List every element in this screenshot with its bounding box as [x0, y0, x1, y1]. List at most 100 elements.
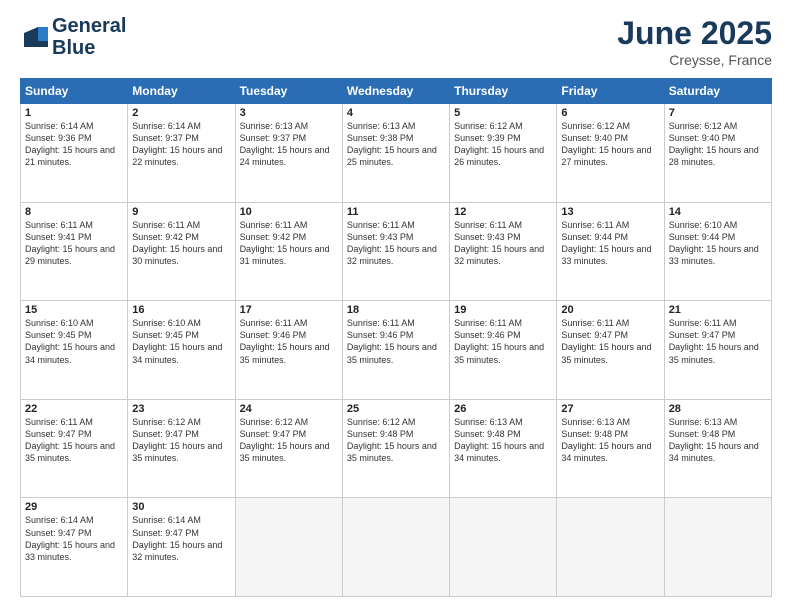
table-row: 9Sunrise: 6:11 AMSunset: 9:42 PMDaylight… — [128, 202, 235, 301]
calendar-row: 15Sunrise: 6:10 AMSunset: 9:45 PMDayligh… — [21, 301, 772, 400]
cell-details: Sunrise: 6:12 AMSunset: 9:40 PMDaylight:… — [561, 120, 659, 169]
col-saturday: Saturday — [664, 79, 771, 104]
cell-details: Sunrise: 6:12 AMSunset: 9:48 PMDaylight:… — [347, 416, 445, 465]
table-row: 24Sunrise: 6:12 AMSunset: 9:47 PMDayligh… — [235, 399, 342, 498]
calendar-header-row: Sunday Monday Tuesday Wednesday Thursday… — [21, 79, 772, 104]
cell-details: Sunrise: 6:10 AMSunset: 9:45 PMDaylight:… — [25, 317, 123, 366]
cell-details: Sunrise: 6:13 AMSunset: 9:37 PMDaylight:… — [240, 120, 338, 169]
day-number: 10 — [240, 206, 338, 218]
col-friday: Friday — [557, 79, 664, 104]
table-row: 4Sunrise: 6:13 AMSunset: 9:38 PMDaylight… — [342, 104, 449, 203]
day-number: 18 — [347, 304, 445, 316]
table-row — [342, 498, 449, 597]
table-row: 27Sunrise: 6:13 AMSunset: 9:48 PMDayligh… — [557, 399, 664, 498]
table-row: 11Sunrise: 6:11 AMSunset: 9:43 PMDayligh… — [342, 202, 449, 301]
cell-details: Sunrise: 6:13 AMSunset: 9:38 PMDaylight:… — [347, 120, 445, 169]
location: Creysse, France — [617, 52, 772, 68]
table-row: 22Sunrise: 6:11 AMSunset: 9:47 PMDayligh… — [21, 399, 128, 498]
day-number: 14 — [669, 206, 767, 218]
day-number: 3 — [240, 107, 338, 119]
day-number: 13 — [561, 206, 659, 218]
table-row: 3Sunrise: 6:13 AMSunset: 9:37 PMDaylight… — [235, 104, 342, 203]
cell-details: Sunrise: 6:11 AMSunset: 9:42 PMDaylight:… — [240, 219, 338, 268]
table-row — [450, 498, 557, 597]
day-number: 22 — [25, 403, 123, 415]
cell-details: Sunrise: 6:11 AMSunset: 9:44 PMDaylight:… — [561, 219, 659, 268]
cell-details: Sunrise: 6:14 AMSunset: 9:37 PMDaylight:… — [132, 120, 230, 169]
table-row: 2Sunrise: 6:14 AMSunset: 9:37 PMDaylight… — [128, 104, 235, 203]
table-row — [557, 498, 664, 597]
cell-details: Sunrise: 6:11 AMSunset: 9:43 PMDaylight:… — [347, 219, 445, 268]
day-number: 25 — [347, 403, 445, 415]
day-number: 19 — [454, 304, 552, 316]
cell-details: Sunrise: 6:10 AMSunset: 9:45 PMDaylight:… — [132, 317, 230, 366]
day-number: 4 — [347, 107, 445, 119]
cell-details: Sunrise: 6:11 AMSunset: 9:41 PMDaylight:… — [25, 219, 123, 268]
day-number: 21 — [669, 304, 767, 316]
table-row: 1Sunrise: 6:14 AMSunset: 9:36 PMDaylight… — [21, 104, 128, 203]
day-number: 28 — [669, 403, 767, 415]
day-number: 29 — [25, 501, 123, 513]
table-row: 12Sunrise: 6:11 AMSunset: 9:43 PMDayligh… — [450, 202, 557, 301]
day-number: 8 — [25, 206, 123, 218]
cell-details: Sunrise: 6:14 AMSunset: 9:47 PMDaylight:… — [132, 514, 230, 563]
day-number: 27 — [561, 403, 659, 415]
day-number: 23 — [132, 403, 230, 415]
cell-details: Sunrise: 6:13 AMSunset: 9:48 PMDaylight:… — [669, 416, 767, 465]
title-block: June 2025 Creysse, France — [617, 15, 772, 68]
day-number: 2 — [132, 107, 230, 119]
day-number: 9 — [132, 206, 230, 218]
cell-details: Sunrise: 6:14 AMSunset: 9:47 PMDaylight:… — [25, 514, 123, 563]
calendar-row: 8Sunrise: 6:11 AMSunset: 9:41 PMDaylight… — [21, 202, 772, 301]
day-number: 15 — [25, 304, 123, 316]
col-tuesday: Tuesday — [235, 79, 342, 104]
header: General Blue June 2025 Creysse, France — [20, 15, 772, 68]
table-row — [664, 498, 771, 597]
page: General Blue June 2025 Creysse, France S… — [0, 0, 792, 612]
cell-details: Sunrise: 6:11 AMSunset: 9:46 PMDaylight:… — [347, 317, 445, 366]
table-row: 6Sunrise: 6:12 AMSunset: 9:40 PMDaylight… — [557, 104, 664, 203]
cell-details: Sunrise: 6:13 AMSunset: 9:48 PMDaylight:… — [561, 416, 659, 465]
col-wednesday: Wednesday — [342, 79, 449, 104]
cell-details: Sunrise: 6:12 AMSunset: 9:39 PMDaylight:… — [454, 120, 552, 169]
day-number: 17 — [240, 304, 338, 316]
table-row: 15Sunrise: 6:10 AMSunset: 9:45 PMDayligh… — [21, 301, 128, 400]
cell-details: Sunrise: 6:12 AMSunset: 9:47 PMDaylight:… — [240, 416, 338, 465]
cell-details: Sunrise: 6:14 AMSunset: 9:36 PMDaylight:… — [25, 120, 123, 169]
day-number: 7 — [669, 107, 767, 119]
table-row: 18Sunrise: 6:11 AMSunset: 9:46 PMDayligh… — [342, 301, 449, 400]
day-number: 30 — [132, 501, 230, 513]
day-number: 5 — [454, 107, 552, 119]
table-row: 5Sunrise: 6:12 AMSunset: 9:39 PMDaylight… — [450, 104, 557, 203]
logo-general: General — [52, 15, 126, 37]
table-row — [235, 498, 342, 597]
calendar-row: 29Sunrise: 6:14 AMSunset: 9:47 PMDayligh… — [21, 498, 772, 597]
table-row: 20Sunrise: 6:11 AMSunset: 9:47 PMDayligh… — [557, 301, 664, 400]
table-row: 19Sunrise: 6:11 AMSunset: 9:46 PMDayligh… — [450, 301, 557, 400]
day-number: 16 — [132, 304, 230, 316]
calendar-row: 22Sunrise: 6:11 AMSunset: 9:47 PMDayligh… — [21, 399, 772, 498]
table-row: 8Sunrise: 6:11 AMSunset: 9:41 PMDaylight… — [21, 202, 128, 301]
cell-details: Sunrise: 6:12 AMSunset: 9:40 PMDaylight:… — [669, 120, 767, 169]
table-row: 26Sunrise: 6:13 AMSunset: 9:48 PMDayligh… — [450, 399, 557, 498]
day-number: 20 — [561, 304, 659, 316]
logo: General Blue — [20, 15, 126, 59]
logo-text: General Blue — [52, 15, 126, 59]
logo-icon — [20, 21, 52, 53]
cell-details: Sunrise: 6:10 AMSunset: 9:44 PMDaylight:… — [669, 219, 767, 268]
table-row: 21Sunrise: 6:11 AMSunset: 9:47 PMDayligh… — [664, 301, 771, 400]
cell-details: Sunrise: 6:11 AMSunset: 9:43 PMDaylight:… — [454, 219, 552, 268]
table-row: 14Sunrise: 6:10 AMSunset: 9:44 PMDayligh… — [664, 202, 771, 301]
calendar-table: Sunday Monday Tuesday Wednesday Thursday… — [20, 78, 772, 597]
logo-blue: Blue — [52, 37, 95, 59]
month-title: June 2025 — [617, 15, 772, 52]
day-number: 1 — [25, 107, 123, 119]
day-number: 12 — [454, 206, 552, 218]
col-sunday: Sunday — [21, 79, 128, 104]
table-row: 16Sunrise: 6:10 AMSunset: 9:45 PMDayligh… — [128, 301, 235, 400]
table-row: 29Sunrise: 6:14 AMSunset: 9:47 PMDayligh… — [21, 498, 128, 597]
cell-details: Sunrise: 6:11 AMSunset: 9:47 PMDaylight:… — [561, 317, 659, 366]
table-row: 13Sunrise: 6:11 AMSunset: 9:44 PMDayligh… — [557, 202, 664, 301]
table-row: 7Sunrise: 6:12 AMSunset: 9:40 PMDaylight… — [664, 104, 771, 203]
table-row: 28Sunrise: 6:13 AMSunset: 9:48 PMDayligh… — [664, 399, 771, 498]
